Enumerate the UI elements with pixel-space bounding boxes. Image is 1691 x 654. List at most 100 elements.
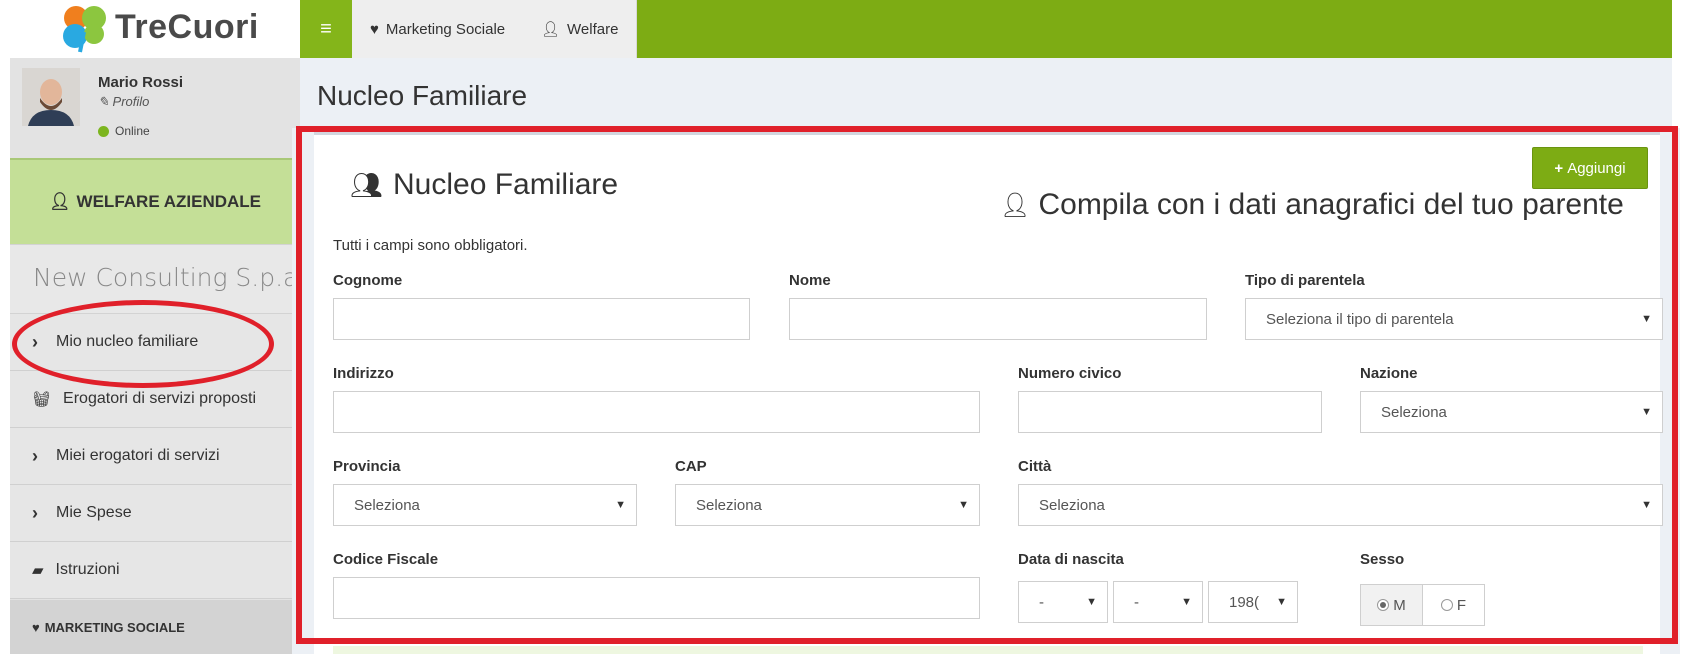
sex-option-label: M xyxy=(1393,596,1406,614)
tab-welfare[interactable]: 👤︎ Welfare xyxy=(523,0,638,58)
sidebar-item-mie-spese[interactable]: › Mie Spese xyxy=(10,485,300,542)
nazione-select[interactable]: Seleziona ▼ xyxy=(1360,391,1663,433)
label-cap: CAP xyxy=(675,458,707,475)
select-value: 198( xyxy=(1229,593,1260,611)
indirizzo-input[interactable] xyxy=(333,391,980,433)
caret-down-icon: ▼ xyxy=(615,499,626,511)
label-codice-fiscale: Codice Fiscale xyxy=(333,551,439,568)
sidebar-item-label: MARKETING SOCIALE xyxy=(44,619,185,635)
menu-toggle-button[interactable]: ≡ xyxy=(300,0,352,58)
label-numero-civico: Numero civico xyxy=(1018,365,1122,382)
select-value: Seleziona il tipo di parentela xyxy=(1266,310,1454,328)
sidebar-item-label: Mio nucleo familiare xyxy=(56,333,199,350)
sidebar-item-marketing-sociale[interactable]: ♥ MARKETING SOCIALE xyxy=(10,600,300,654)
edit-icon: ✎ xyxy=(98,94,109,109)
logo-text: TreCuori xyxy=(115,8,259,46)
required-note: Tutti i campi sono obbligatori. xyxy=(333,237,528,254)
avatar[interactable] xyxy=(22,68,80,126)
user-name: Mario Rossi xyxy=(98,74,184,91)
sidebar: TreCuori Mario Rossi ✎ Profilo Online 👤︎… xyxy=(10,0,300,654)
tab-label: Welfare xyxy=(567,20,619,38)
label-nome: Nome xyxy=(789,272,831,289)
caret-down-icon: ▼ xyxy=(1181,596,1192,608)
caret-down-icon: ▼ xyxy=(1641,499,1652,511)
welfare-label: WELFARE AZIENDALE xyxy=(76,192,262,211)
user-icon: 👤︎ xyxy=(1000,191,1031,219)
cap-select[interactable]: Seleziona ▼ xyxy=(675,484,980,526)
birth-month-select[interactable]: - ▼ xyxy=(1113,581,1203,623)
chevron-right-icon: › xyxy=(32,331,38,352)
welfare-aziendale-header[interactable]: 👤︎ WELFARE AZIENDALE xyxy=(10,158,300,244)
online-status: Online xyxy=(98,124,150,138)
birth-year-select[interactable]: 198( ▼ xyxy=(1208,581,1298,623)
label-sesso: Sesso xyxy=(1360,551,1405,568)
radio-checked-icon xyxy=(1377,599,1390,611)
add-button[interactable]: + Aggiungi xyxy=(1532,147,1648,189)
label-provincia: Provincia xyxy=(333,458,401,475)
radio-unchecked-icon xyxy=(1440,599,1453,611)
status-label: Online xyxy=(115,124,150,138)
select-value: Seleziona xyxy=(354,496,420,514)
sidebar-item-miei-erogatori[interactable]: › Miei erogatori di servizi xyxy=(10,428,300,485)
company-name: New Consulting S.p.a xyxy=(10,244,300,314)
clover-logo-icon xyxy=(63,6,106,53)
book-icon: ▰ xyxy=(32,562,44,579)
sidebar-item-erogatori-proposti[interactable]: 🧺︎ Erogatori di servizi proposti xyxy=(10,371,300,428)
basket-icon: 🧺︎ xyxy=(32,391,52,408)
select-value: Seleziona xyxy=(696,496,762,514)
box-subtitle-text: Compila con i dati anagrafici del tuo pa… xyxy=(1038,188,1624,221)
caret-down-icon: ▼ xyxy=(958,499,969,511)
sidebar-item-label: Miei erogatori di servizi xyxy=(56,447,220,464)
heart-icon: ♥ xyxy=(370,20,379,38)
select-value: Seleziona xyxy=(1381,403,1447,421)
sex-option-f[interactable]: F xyxy=(1423,585,1484,625)
box-title-text: Nucleo Familiare xyxy=(393,168,619,201)
tab-label: Marketing Sociale xyxy=(385,20,506,38)
logo[interactable]: TreCuori xyxy=(10,0,300,58)
codice-fiscale-input[interactable] xyxy=(333,577,980,619)
sidebar-item-label: Mie Spese xyxy=(56,504,132,521)
user-photo-icon xyxy=(22,68,80,126)
sex-option-label: F xyxy=(1456,596,1467,614)
users-icon: 👥︎ xyxy=(350,169,384,200)
chevron-right-icon: › xyxy=(32,502,38,523)
caret-down-icon: ▼ xyxy=(1641,406,1652,418)
birth-day-select[interactable]: - ▼ xyxy=(1018,581,1108,623)
label-tipo-parentela: Tipo di parentela xyxy=(1245,272,1365,289)
content-header: Nucleo Familiare xyxy=(300,58,1672,128)
user-icon: 👤︎ xyxy=(541,21,561,38)
heart-icon: ♥ xyxy=(32,619,40,635)
plus-icon: + xyxy=(1554,159,1564,177)
user-panel: Mario Rossi ✎ Profilo Online xyxy=(10,58,300,158)
online-dot-icon xyxy=(98,125,109,137)
hamburger-icon: ≡ xyxy=(320,17,332,40)
sex-option-m[interactable]: M xyxy=(1361,585,1423,625)
sidebar-item-nucleo-familiare[interactable]: › Mio nucleo familiare xyxy=(10,314,300,371)
label-cognome: Cognome xyxy=(333,272,403,289)
label-indirizzo: Indirizzo xyxy=(333,365,394,382)
user-icon: 👤︎ xyxy=(48,192,71,211)
citta-select[interactable]: Seleziona ▼ xyxy=(1018,484,1663,526)
provincia-select[interactable]: Seleziona ▼ xyxy=(333,484,637,526)
nome-input[interactable] xyxy=(789,298,1207,340)
label-nazione: Nazione xyxy=(1360,365,1418,382)
sidebar-item-istruzioni[interactable]: ▰ Istruzioni xyxy=(10,542,300,599)
sidebar-item-label: Erogatori di servizi proposti xyxy=(63,390,257,407)
tipo-parentela-select[interactable]: Seleziona il tipo di parentela ▼ xyxy=(1245,298,1663,340)
select-value: - xyxy=(1134,593,1139,611)
add-button-label: Aggiungi xyxy=(1567,159,1626,177)
label-citta: Città xyxy=(1018,458,1052,475)
top-navbar: ≡ ♥ Marketing Sociale 👤︎ Welfare xyxy=(300,0,1672,58)
box-subtitle: 👤︎ Compila con i dati anagrafici del tuo… xyxy=(1000,188,1624,222)
label-data-nascita: Data di nascita xyxy=(1018,551,1124,568)
tab-marketing-sociale[interactable]: ♥ Marketing Sociale xyxy=(352,0,525,58)
next-section-strip xyxy=(333,646,1643,654)
profile-link[interactable]: ✎ Profilo xyxy=(98,94,149,110)
select-value: Seleziona xyxy=(1039,496,1105,514)
chevron-right-icon: › xyxy=(32,445,38,466)
profile-label: Profilo xyxy=(112,94,150,109)
sidebar-item-label: Istruzioni xyxy=(55,561,120,578)
cognome-input[interactable] xyxy=(333,298,750,340)
numero-civico-input[interactable] xyxy=(1018,391,1322,433)
select-value: - xyxy=(1039,593,1044,611)
